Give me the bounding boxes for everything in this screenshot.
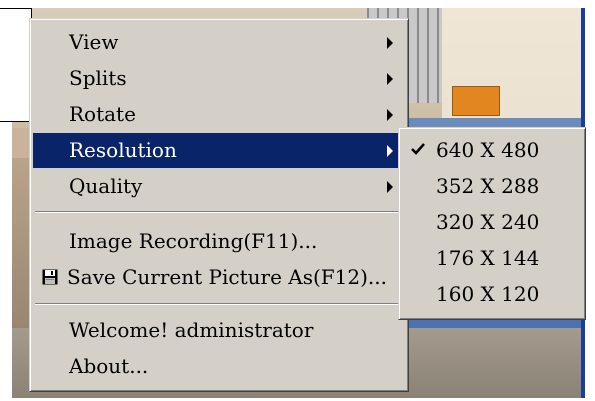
submenu-arrow-icon <box>387 73 393 85</box>
submenu-arrow-icon <box>387 181 393 193</box>
page-margin <box>585 0 595 401</box>
resolution-label: 640 X 480 <box>436 138 540 162</box>
resolution-label: 320 X 240 <box>436 210 540 234</box>
menu-item-about[interactable]: About... <box>33 349 405 384</box>
floppy-disk-icon <box>42 269 58 285</box>
resolution-label: 160 X 120 <box>436 282 540 306</box>
menu-item-label: Splits <box>69 66 127 90</box>
menu-item-label: About... <box>69 354 149 378</box>
menu-item-label: Welcome! administrator <box>69 318 314 342</box>
menu-item-image-recording[interactable]: Image Recording(F11)... <box>33 224 405 259</box>
resolution-640x480[interactable]: 640 X 480 <box>402 132 582 168</box>
submenu-arrow-icon <box>387 37 393 49</box>
menu-item-save-picture[interactable]: Save Current Picture As(F12)... <box>33 260 405 295</box>
context-menu: View Splits Rotate Resolution Quality Im… <box>29 18 409 392</box>
resolution-label: 352 X 288 <box>436 174 540 198</box>
menu-item-rotate[interactable]: Rotate <box>33 97 405 132</box>
resolution-160x120[interactable]: 160 X 120 <box>402 276 582 312</box>
resolution-320x240[interactable]: 320 X 240 <box>402 204 582 240</box>
menu-item-label: Image Recording(F11)... <box>69 229 318 253</box>
menu-item-label: Quality <box>69 174 143 198</box>
checkmark-icon <box>411 143 425 155</box>
viewer-frame <box>0 8 32 122</box>
menu-item-splits[interactable]: Splits <box>33 61 405 96</box>
resolution-submenu: 640 X 480 352 X 288 320 X 240 176 X 144 … <box>398 127 586 320</box>
menu-item-label: Save Current Picture As(F12)... <box>67 265 387 289</box>
orange-box <box>452 86 500 116</box>
menu-separator <box>35 303 403 305</box>
resolution-label: 176 X 144 <box>436 246 540 270</box>
menu-item-quality[interactable]: Quality <box>33 169 405 204</box>
menu-item-label: View <box>69 30 119 54</box>
submenu-arrow-icon <box>387 109 393 121</box>
resolution-352x288[interactable]: 352 X 288 <box>402 168 582 204</box>
resolution-176x144[interactable]: 176 X 144 <box>402 240 582 276</box>
menu-item-label: Rotate <box>69 102 136 126</box>
menu-separator <box>35 211 403 213</box>
submenu-arrow-icon <box>387 145 393 157</box>
menu-item-welcome[interactable]: Welcome! administrator <box>33 313 405 348</box>
menu-item-view[interactable]: View <box>33 25 405 60</box>
menu-item-label: Resolution <box>69 138 177 162</box>
menu-item-resolution[interactable]: Resolution <box>33 133 405 168</box>
